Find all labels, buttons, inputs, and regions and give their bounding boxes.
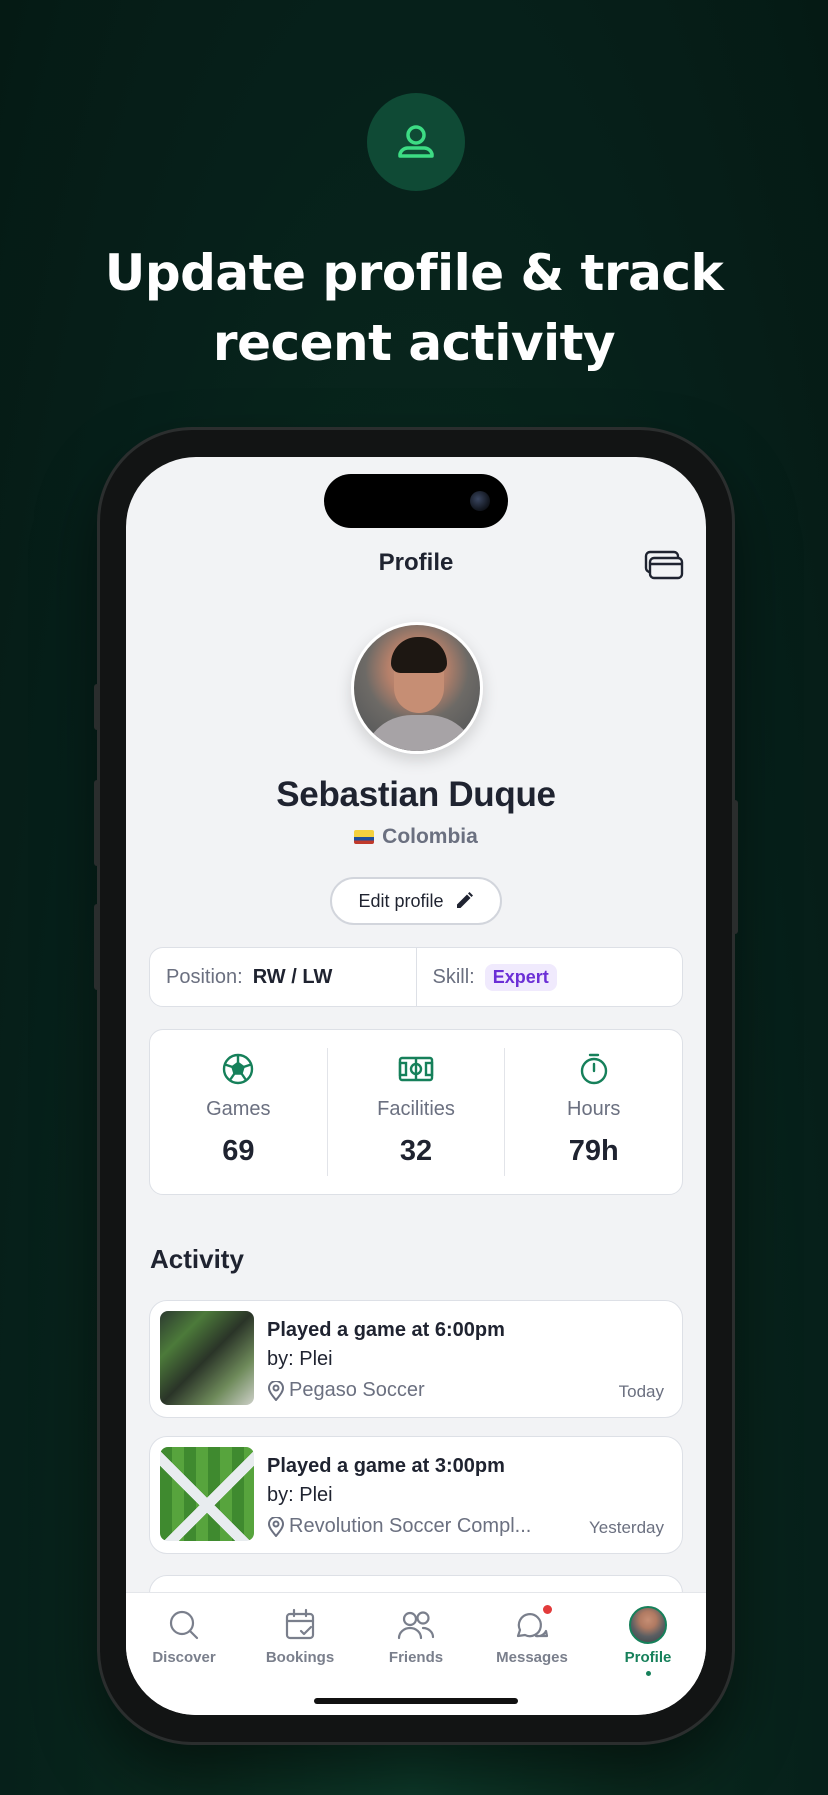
phone-power-button [732,800,738,934]
phone-action-button [94,684,100,730]
stopwatch-icon [580,1053,607,1085]
activity-item[interactable]: Played a game at 6:00pm by: Plei Pegaso … [149,1300,683,1418]
activity-title: Played a game at 6:00pm [267,1319,505,1341]
bottom-tab-bar: Discover Bookings Friends Messages Profi… [126,1592,706,1715]
activity-organizer: by: Plei [267,1348,333,1370]
friends-icon [397,1611,435,1640]
stat-label: Hours [567,1098,621,1120]
calendar-check-icon [285,1608,315,1640]
activity-title: Played a game at 3:00pm [267,1455,505,1477]
activity-location: Pegaso Soccer [267,1379,425,1402]
stat-hours: Hours 79h [504,1048,682,1176]
activity-thumbnail [160,1447,254,1541]
stats-card: Games 69 Facilities 32 Hours 79h [149,1029,683,1195]
skill-label: Skill: [432,965,475,988]
dynamic-island [324,474,508,528]
tab-discover[interactable]: Discover [126,1607,242,1715]
stat-value: 69 [222,1135,255,1167]
avatar [629,1606,667,1644]
avatar[interactable] [351,622,483,754]
home-indicator[interactable] [314,1698,518,1704]
stat-value: 79h [568,1135,619,1167]
colombia-flag-icon [354,830,375,844]
tab-label: Friends [388,1649,444,1666]
stat-label: Games [206,1098,271,1120]
edit-profile-label: Edit profile [358,890,444,911]
position-value: RW / LW [252,965,333,988]
activity-location: Revolution Soccer Compl... [267,1515,531,1538]
camera-icon [470,491,490,511]
skill-badge: Expert [484,963,557,991]
headline-line-2: recent activity [212,314,616,372]
location-pin-icon [267,1516,285,1537]
promo-headline: Update profile & track recent activity [0,238,828,378]
activity-organizer: by: Plei [267,1484,333,1506]
position-label: Position: [166,965,243,988]
stat-label: Facilities [377,1098,455,1120]
tab-profile[interactable]: Profile [590,1606,706,1715]
user-icon [398,125,434,158]
promo-user-icon-circle [367,93,465,191]
activity-thumbnail [160,1311,254,1405]
profile-country: Colombia [126,825,706,849]
messages-icon [516,1613,549,1638]
position-cell: Position: RW / LW [150,948,416,1006]
tab-label: Profile [624,1649,672,1666]
tab-label: Bookings [265,1649,335,1666]
pencil-icon [456,892,473,908]
activity-item[interactable]: Played a game at 3:00pm by: Plei Revolut… [149,1436,683,1554]
activity-section-title: Activity [150,1244,244,1274]
stat-games: Games 69 [150,1048,327,1176]
headline-line-1: Update profile & track [104,244,724,302]
active-tab-indicator [645,1671,651,1676]
tab-label: Discover [152,1649,216,1666]
skill-cell: Skill: Expert [415,948,683,1006]
activity-time: Yesterday [589,1518,664,1537]
soccer-ball-icon [223,1053,254,1085]
activity-time: Today [618,1382,664,1401]
phone-screen: Profile Sebastian Duque Colombia Edit pr… [126,457,706,1715]
stat-facilities: Facilities 32 [326,1048,505,1176]
location-pin-icon [267,1380,285,1401]
activity-location-name: Pegaso Soccer [289,1379,425,1401]
search-icon [169,1610,199,1640]
activity-location-name: Revolution Soccer Compl... [289,1515,532,1537]
country-label: Colombia [382,825,478,848]
profile-name: Sebastian Duque [276,775,556,814]
notification-dot [543,1605,552,1614]
stat-value: 32 [399,1135,433,1167]
wallet-cards-icon[interactable] [644,549,684,581]
player-info-row: Position: RW / LW Skill: Expert [149,947,683,1007]
page-title: Profile [378,549,454,576]
phone-volume-down [94,904,100,990]
phone-volume-up [94,780,100,866]
edit-profile-button[interactable]: Edit profile [330,877,502,925]
tab-label: Messages [496,1649,568,1666]
field-icon [398,1056,434,1082]
